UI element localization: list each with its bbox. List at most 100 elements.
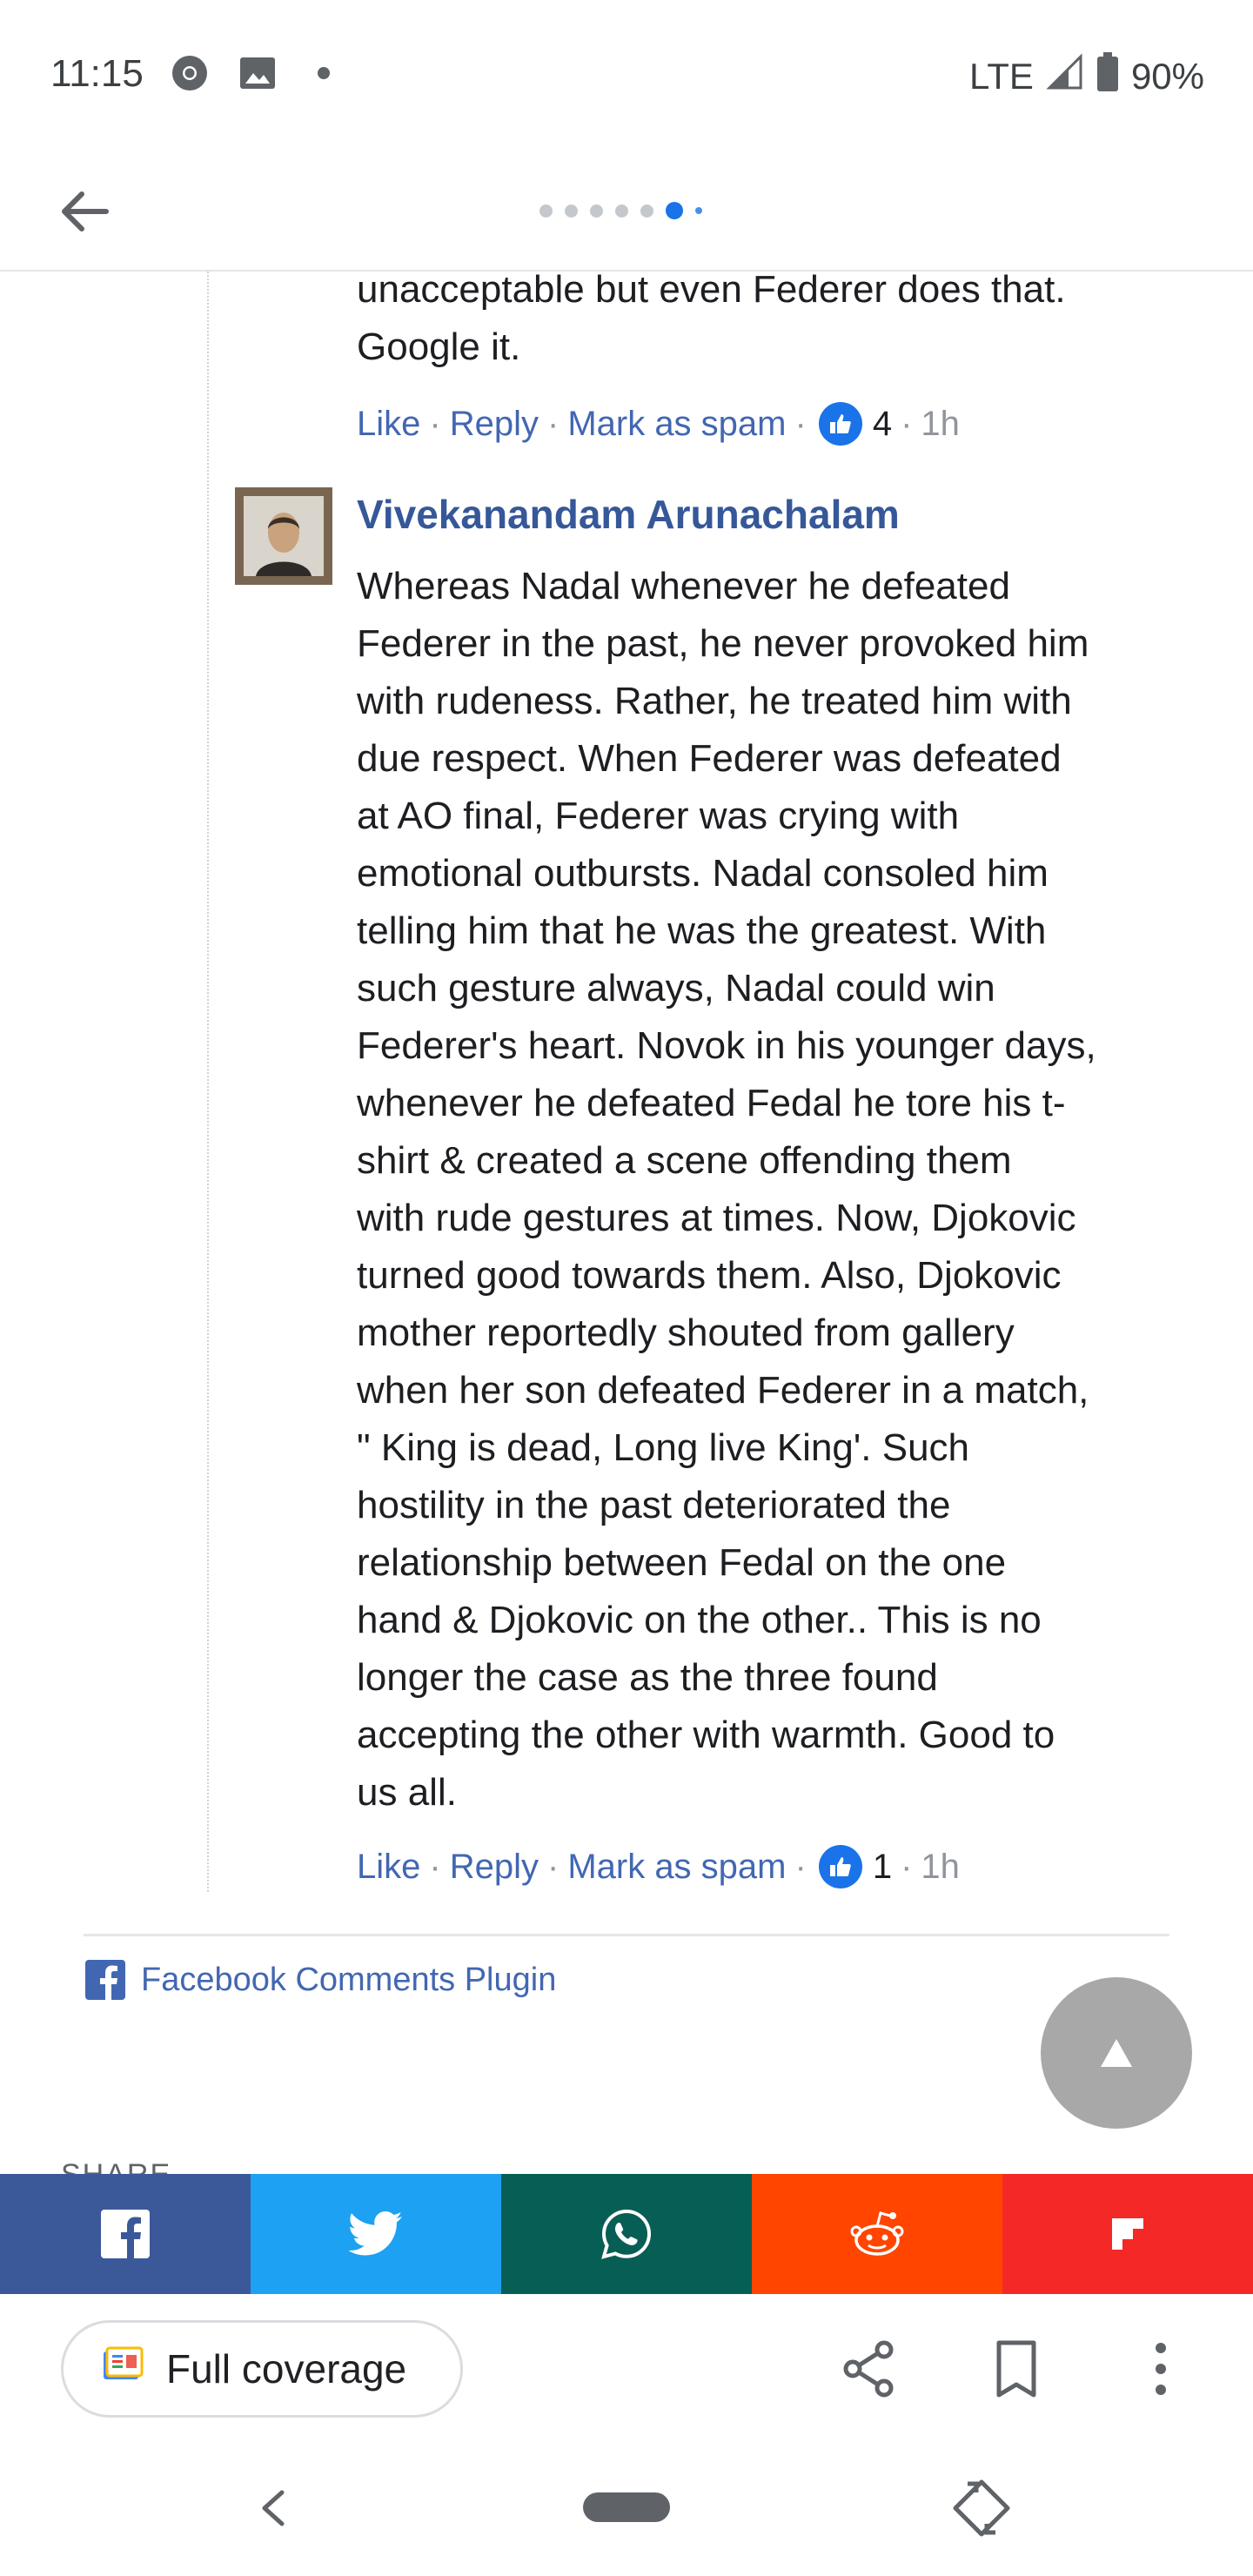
plugin-label: Facebook Comments Plugin xyxy=(141,1961,557,1998)
share-section-label: SHARE xyxy=(61,2158,172,2176)
comment-line: whenever he defeated Fedal he tore his t… xyxy=(357,1082,1066,1124)
system-nav-bar xyxy=(0,2442,1253,2576)
share-facebook-button[interactable] xyxy=(0,2174,251,2294)
comment-line: us all. xyxy=(357,1771,457,1814)
nav-back-icon[interactable] xyxy=(249,2480,298,2536)
comment-line: longer the case as the three found xyxy=(357,1656,938,1699)
share-flipboard-button[interactable] xyxy=(1002,2174,1253,2294)
google-news-icon xyxy=(102,2345,144,2392)
comment-line: such gesture always, Nadal could win xyxy=(357,967,995,1010)
page-dot xyxy=(539,204,553,218)
comment-actions: Like · Reply · Mark as spam · 4 · 1h xyxy=(357,402,960,446)
twitter-icon xyxy=(349,2211,402,2256)
comment-line: shirt & created a scene offending them xyxy=(357,1139,1012,1182)
signal-icon xyxy=(1046,53,1084,100)
scroll-to-top-button[interactable] xyxy=(1041,1977,1192,2129)
comment-line: turned good towards them. Also, Djokovic xyxy=(357,1254,1062,1297)
mark-spam-link[interactable]: Mark as spam xyxy=(567,405,786,444)
like-count: 4 xyxy=(872,404,893,443)
share-reddit-button[interactable] xyxy=(752,2174,1002,2294)
page-dot xyxy=(615,204,628,218)
image-icon xyxy=(238,54,277,92)
page-dot xyxy=(565,204,578,218)
bottom-action-bar: Full coverage xyxy=(0,2294,1253,2442)
triangle-up-icon xyxy=(1101,2039,1132,2067)
separator: · xyxy=(794,404,807,443)
comment-line: mother reportedly shouted from gallery xyxy=(357,1311,1015,1354)
comment-text: unacceptable but even Federer does that.… xyxy=(357,261,1175,376)
thumbs-up-icon xyxy=(818,1845,862,1888)
page-indicator xyxy=(539,202,702,219)
separator: · xyxy=(546,1847,559,1886)
separator: · xyxy=(546,404,559,443)
separator: · xyxy=(429,1847,441,1886)
mark-spam-link[interactable]: Mark as spam xyxy=(567,1848,786,1887)
comment-line: at AO final, Federer was crying with xyxy=(357,795,960,837)
divider xyxy=(84,1934,1169,1936)
full-coverage-label: Full coverage xyxy=(166,2346,407,2392)
comment-line: Whereas Nadal whenever he defeated xyxy=(357,565,1010,607)
page-dot xyxy=(590,204,603,218)
chrome-icon xyxy=(171,54,209,92)
comment-line: unacceptable but even Federer does that. xyxy=(357,268,1066,311)
share-whatsapp-button[interactable] xyxy=(501,2174,752,2294)
arrow-left-icon[interactable] xyxy=(54,181,115,242)
thread-line xyxy=(207,272,209,1892)
reply-link[interactable]: Reply xyxy=(450,405,539,444)
facebook-icon xyxy=(85,1960,125,2000)
comment-line: hand & Djokovic on the other.. This is n… xyxy=(357,1599,1042,1641)
comment-line: with rudeness. Rather, he treated him wi… xyxy=(357,680,1072,722)
comment-line: hostility in the past deteriorated the xyxy=(357,1484,951,1526)
reddit-icon xyxy=(850,2211,904,2256)
status-right: LTE 90% xyxy=(969,52,1204,101)
comment-line: Federer's heart. Novok in his younger da… xyxy=(357,1024,1096,1067)
full-coverage-button[interactable]: Full coverage xyxy=(61,2320,463,2418)
facebook-comments-plugin-link[interactable]: Facebook Comments Plugin xyxy=(85,1960,556,2000)
comment-line: due respect. When Federer was defeated xyxy=(357,737,1062,780)
comment-author[interactable]: Vivekanandam Arunachalam xyxy=(357,491,900,538)
separator: · xyxy=(901,404,913,443)
battery-icon xyxy=(1096,52,1119,101)
comment-time[interactable]: 1h xyxy=(921,405,960,444)
comment-line: accepting the other with warmth. Good to xyxy=(357,1714,1055,1756)
like-link[interactable]: Like xyxy=(357,1848,420,1887)
bookmark-icon[interactable] xyxy=(983,2336,1049,2402)
share-icon[interactable] xyxy=(835,2336,901,2402)
network-type: LTE xyxy=(969,56,1034,97)
avatar[interactable] xyxy=(235,487,332,585)
top-app-bar xyxy=(0,148,1253,272)
comment-line: Google it. xyxy=(357,325,521,368)
status-time: 11:15 xyxy=(50,52,144,95)
comment-line: emotional outbursts. Nadal consoled him xyxy=(357,852,1049,895)
facebook-icon xyxy=(101,2210,150,2258)
separator: · xyxy=(901,1847,913,1886)
thumbs-up-icon xyxy=(818,402,862,446)
page-dot xyxy=(640,204,653,218)
flipboard-icon xyxy=(1112,2218,1143,2250)
comment-actions: Like · Reply · Mark as spam · 1 · 1h xyxy=(357,1845,960,1888)
share-bar xyxy=(0,2174,1253,2294)
page-dot xyxy=(695,207,702,214)
comment-line: with rude gestures at times. Now, Djokov… xyxy=(357,1197,1076,1239)
comment-line: relationship between Fedal on the one xyxy=(357,1541,1007,1584)
share-twitter-button[interactable] xyxy=(251,2174,501,2294)
rotate-icon[interactable] xyxy=(950,2477,1013,2539)
status-bar: 11:15 LTE 90% xyxy=(0,0,1253,148)
like-count: 1 xyxy=(872,1847,893,1886)
more-vert-icon[interactable] xyxy=(1128,2336,1194,2402)
comment-line: when her son defeated Federer in a match… xyxy=(357,1369,1089,1412)
battery-level: 90% xyxy=(1130,56,1204,97)
nav-home-pill[interactable] xyxy=(583,2492,670,2522)
comment-text: Whereas Nadal whenever he defeated Feder… xyxy=(357,558,1175,1821)
whatsapp-icon xyxy=(601,2209,652,2259)
reply-link[interactable]: Reply xyxy=(450,1848,539,1887)
page-dot-active xyxy=(666,202,683,219)
separator: · xyxy=(794,1847,807,1886)
notification-dot-icon xyxy=(317,54,331,92)
separator: · xyxy=(429,404,441,443)
comment-line: Federer in the past, he never provoked h… xyxy=(357,622,1089,665)
comment-time[interactable]: 1h xyxy=(921,1848,960,1887)
comment-line: telling him that he was the greatest. Wi… xyxy=(357,909,1047,952)
comment-line: " King is dead, Long live King'. Such xyxy=(357,1426,970,1469)
like-link[interactable]: Like xyxy=(357,405,420,444)
